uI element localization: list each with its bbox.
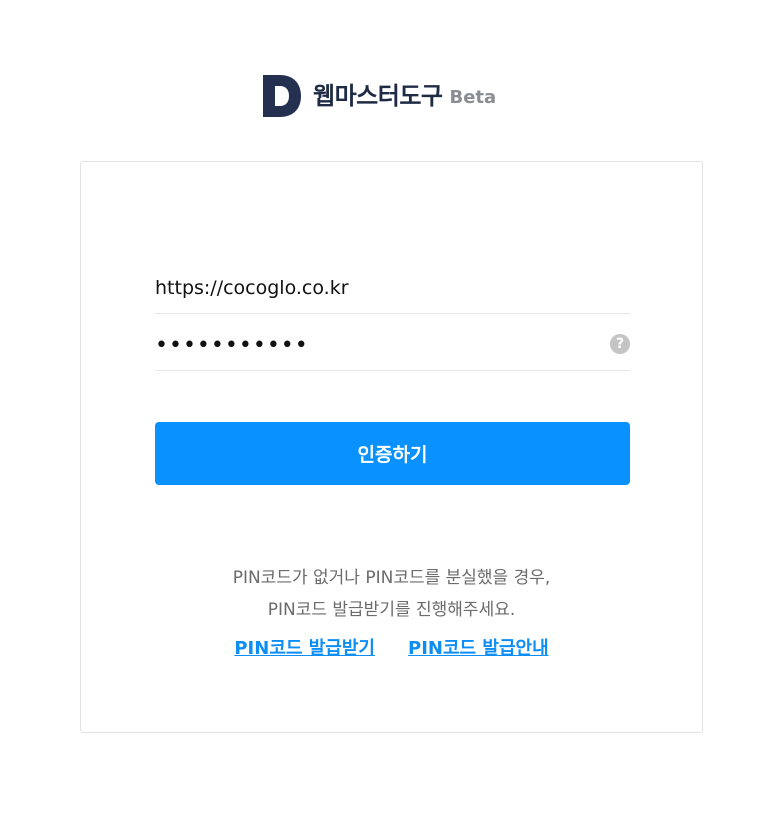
guide-line-2: PIN코드 발급받기를 진행해주세요. bbox=[267, 600, 516, 620]
site-url-field bbox=[155, 258, 630, 314]
authenticate-button[interactable]: 인증하기 bbox=[155, 422, 630, 485]
pin-code-input[interactable] bbox=[155, 330, 598, 360]
pin-links: PIN코드 발급받기 PIN코드 발급안내 bbox=[81, 634, 702, 660]
logo-title: 웹마스터도구 bbox=[313, 82, 443, 110]
pin-info-link[interactable]: PIN코드 발급안내 bbox=[408, 634, 549, 660]
page: 웹마스터도구 Beta ? 인증하기 PIN코드가 없거나 PIN코드를 분실했… bbox=[0, 0, 778, 838]
beta-badge: Beta bbox=[449, 87, 497, 108]
letter-d-logo-icon bbox=[263, 75, 301, 117]
pin-field: ? bbox=[155, 315, 630, 371]
pin-guide-text: PIN코드가 없거나 PIN코드를 분실했을 경우, PIN코드 발급받기를 진… bbox=[81, 562, 702, 626]
site-logo: 웹마스터도구 Beta bbox=[263, 74, 496, 118]
guide-line-1: PIN코드가 없거나 PIN코드를 분실했을 경우, bbox=[232, 568, 551, 588]
pin-issue-link[interactable]: PIN코드 발급받기 bbox=[234, 634, 375, 660]
auth-card: ? 인증하기 PIN코드가 없거나 PIN코드를 분실했을 경우, PIN코드 … bbox=[80, 161, 703, 733]
question-mark-icon[interactable]: ? bbox=[610, 334, 630, 354]
site-url-input[interactable] bbox=[155, 273, 598, 303]
